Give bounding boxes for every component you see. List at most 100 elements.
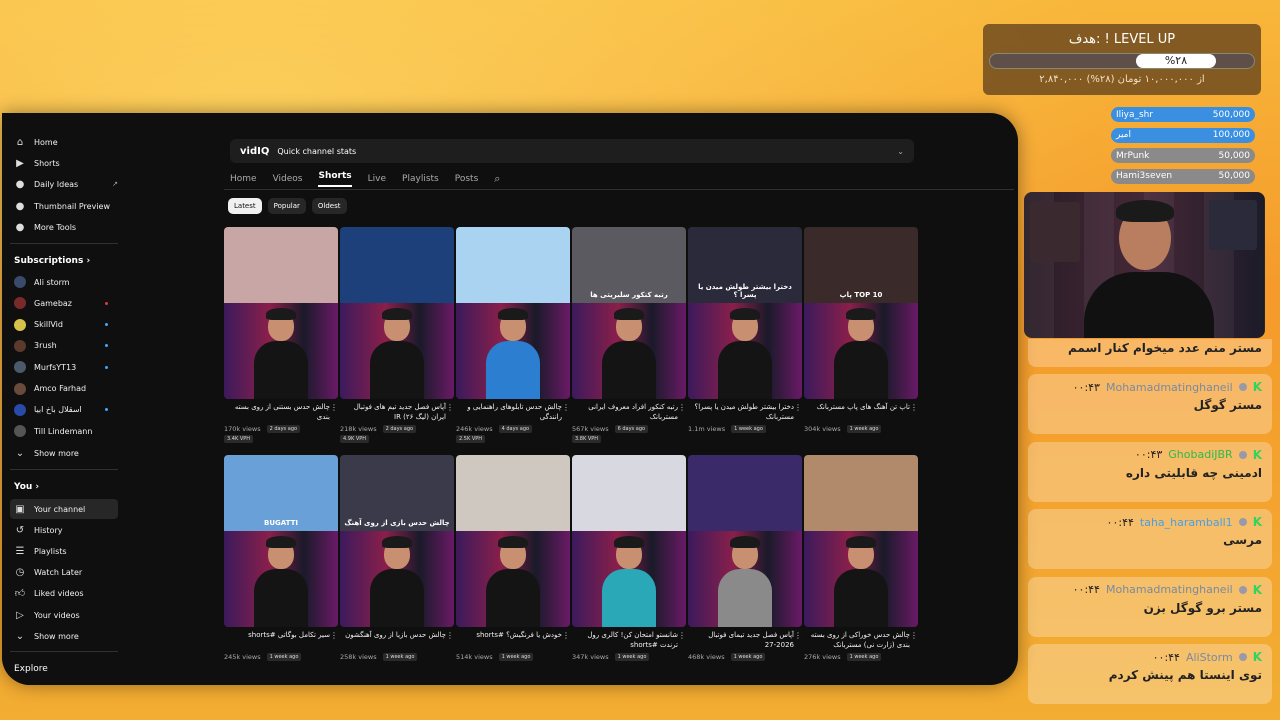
more-options-icon[interactable]: ⋮ [678, 403, 686, 412]
sidebar-subscription[interactable]: Amco Farhad [10, 379, 118, 399]
more-options-icon[interactable]: ⋮ [330, 631, 338, 640]
subscriptions-title: Subscriptions [14, 256, 84, 266]
tab-posts[interactable]: Posts [455, 174, 479, 184]
short-thumbnail[interactable] [456, 455, 570, 627]
short-thumbnail[interactable]: دخترا بیشتر طولش میدن یا پسرا ؟ [688, 227, 802, 399]
sidebar-subscription[interactable]: SkillVid [10, 315, 118, 335]
chat-username[interactable]: GhobadiJBR [1168, 448, 1232, 461]
chat-username[interactable]: AliStorm [1186, 651, 1233, 664]
short-title[interactable]: دخترا بیشتر طولش میدن یا پسرا؟ مستربانک [688, 402, 795, 422]
short-card[interactable]: شانستو امتحان کن! کالری رول ترندت #short… [572, 455, 686, 671]
chip-popular[interactable]: Popular [267, 198, 306, 214]
sidebar-subscription[interactable]: 3rush [10, 336, 118, 356]
channel-tabs: Home Videos Shorts Live Playlists Posts … [230, 169, 500, 189]
thumbnail-overlay-text: BUGATTI [264, 519, 298, 527]
short-card[interactable]: پاپ TOP 10 تاپ تن آهنگ های پاپ مستربانک ⋮ 3… [804, 227, 918, 443]
short-title[interactable]: چالش حدس خوراکی از روی بسته بندی (زارت ن… [804, 630, 910, 650]
you-heading[interactable]: You › [14, 482, 39, 492]
show-more-subscriptions[interactable]: ⌄ Show more [10, 443, 118, 463]
upload-age: 1 week ago [498, 653, 534, 661]
more-options-icon[interactable]: ⋮ [330, 403, 338, 412]
tab-home[interactable]: Home [230, 174, 257, 184]
upload-age: 6 days ago [614, 425, 649, 433]
short-card[interactable]: BUGATTI سیر تکامل بوگاتی #shorts ⋮ 245k vie… [224, 455, 338, 671]
short-card[interactable]: آپاس فصل جدید تیمای فوتبال 2026-27 ⋮ 468k … [688, 455, 802, 671]
short-thumbnail[interactable] [456, 227, 570, 399]
short-thumbnail[interactable] [572, 455, 686, 627]
chip-latest[interactable]: Latest [228, 198, 262, 214]
more-options-icon[interactable]: ⋮ [794, 403, 802, 412]
thumbnail-streamer [456, 303, 570, 399]
sidebar-item-daily-ideas[interactable]: ● Daily Ideas ↗ [10, 174, 118, 194]
short-title[interactable]: چالش حدس تابلوهای راهنمایی و رانندگی [456, 402, 562, 422]
sidebar-item-your-channel[interactable]: ▣ Your channel [10, 499, 118, 519]
short-title[interactable]: خودش یا فرنگیش؟ #shorts [456, 630, 562, 650]
subscriptions-heading[interactable]: Subscriptions › [14, 256, 90, 266]
short-title[interactable]: آپاس فصل جدید تیم های فوتبال ایران (لیگ … [340, 402, 446, 422]
tab-videos[interactable]: Videos [273, 174, 303, 184]
sidebar-label: Thumbnail Preview [34, 201, 110, 211]
sidebar-subscription[interactable]: اسقلال باخ ابیا [10, 400, 118, 420]
sidebar-subscription[interactable]: Till Lindemann [10, 421, 118, 441]
short-title[interactable]: آپاس فصل جدید تیمای فوتبال 2026-27 [688, 630, 794, 650]
chat-username[interactable]: Mohamadmatinghaneil [1106, 381, 1233, 394]
short-card[interactable]: چالش حدس خوراکی از روی بسته بندی (زارت ن… [804, 455, 918, 671]
chat-text: مستر منم عدد میخوام کنار اسمم [1068, 341, 1262, 355]
sidebar-item-history[interactable]: ↺ History [10, 520, 118, 540]
short-title[interactable]: چالش حدس بازیا از روی آهنگشون [340, 630, 446, 650]
short-card[interactable]: خودش یا فرنگیش؟ #shorts ⋮ 514k views 1 week… [456, 455, 570, 671]
sidebar-item-thumbnail-preview[interactable]: ● Thumbnail Preview [10, 196, 118, 216]
more-options-icon[interactable]: ⋮ [910, 631, 918, 640]
tools-icon: ● [15, 221, 25, 233]
short-thumbnail[interactable] [804, 455, 918, 627]
more-options-icon[interactable]: ⋮ [910, 403, 918, 412]
show-more-you[interactable]: ⌄ Show more [10, 626, 118, 646]
short-card[interactable]: چالش حدس تابلوهای راهنمایی و رانندگی ⋮ 246… [456, 227, 570, 443]
more-options-icon[interactable]: ⋮ [678, 631, 686, 640]
thumbnail-streamer [224, 303, 338, 399]
more-options-icon[interactable]: ⋮ [446, 403, 454, 412]
short-title[interactable]: چالش حدس بستنی از روی بسته بندی [224, 402, 330, 422]
sidebar-subscription[interactable]: MurfsYT13 [10, 357, 118, 377]
tab-shorts[interactable]: Shorts [318, 171, 352, 187]
short-title[interactable]: رتبه کنکور افراد معروف ایرانی مستربانک [572, 402, 678, 422]
more-options-icon[interactable]: ⋮ [562, 631, 570, 640]
subscription-label: 3rush [34, 341, 57, 351]
short-thumbnail[interactable] [688, 455, 802, 627]
search-icon[interactable]: ⌕ [494, 172, 500, 186]
vidiq-bar[interactable]: vidIQ Quick channel stats ⌄ [230, 139, 914, 163]
short-thumbnail[interactable] [340, 227, 454, 399]
sidebar-item-shorts[interactable]: ▶ Shorts [10, 153, 118, 173]
short-card[interactable]: چالش حدس بستنی از روی بسته بندی ⋮ 170k vie… [224, 227, 338, 443]
sidebar-item-home[interactable]: ⌂ Home [10, 132, 118, 152]
sidebar-subscription[interactable]: Ali storm [10, 272, 118, 292]
chevron-down-icon[interactable]: ⌄ [897, 147, 904, 156]
short-title[interactable]: سیر تکامل بوگاتی #shorts [224, 630, 330, 650]
sidebar-item-your-videos[interactable]: ▷ Your videos [10, 605, 118, 625]
sidebar-item-more-tools[interactable]: ● More Tools [10, 217, 118, 237]
short-title[interactable]: تاپ تن آهنگ های پاپ مستربانک [804, 402, 910, 422]
sidebar-item-liked-videos[interactable]: 👍︎ Liked videos [10, 583, 118, 603]
short-card[interactable]: آپاس فصل جدید تیم های فوتبال ایران (لیگ … [340, 227, 454, 443]
short-title[interactable]: شانستو امتحان کن! کالری رول ترندت #short… [572, 630, 678, 650]
short-thumbnail[interactable]: BUGATTI [224, 455, 338, 627]
short-card[interactable]: چالش حدس بازی از روی آهنگ چالش حدس بازیا … [340, 455, 454, 671]
sidebar-item-watch-later[interactable]: ◷ Watch Later [10, 562, 118, 582]
short-thumbnail[interactable]: رتبه کنکور سلبریتی ها [572, 227, 686, 399]
more-options-icon[interactable]: ⋮ [446, 631, 454, 640]
short-thumbnail[interactable]: چالش حدس بازی از روی آهنگ [340, 455, 454, 627]
avatar [14, 297, 26, 310]
short-thumbnail[interactable] [224, 227, 338, 399]
chat-username[interactable]: Mohamadmatinghaneil [1106, 583, 1233, 596]
short-thumbnail[interactable]: پاپ TOP 10 [804, 227, 918, 399]
short-card[interactable]: رتبه کنکور سلبریتی ها رتبه کنکور افراد مع… [572, 227, 686, 443]
tab-live[interactable]: Live [368, 174, 386, 184]
more-options-icon[interactable]: ⋮ [562, 403, 570, 412]
chip-oldest[interactable]: Oldest [311, 198, 347, 214]
chat-username[interactable]: taha_haramball1 [1140, 516, 1233, 529]
more-options-icon[interactable]: ⋮ [794, 631, 802, 640]
sidebar-subscription[interactable]: Gamebaz [10, 293, 118, 313]
tab-playlists[interactable]: Playlists [402, 174, 439, 184]
short-card[interactable]: دخترا بیشتر طولش میدن یا پسرا ؟ دخترا بیش… [688, 227, 802, 443]
sidebar-item-playlists[interactable]: ☰ Playlists [10, 541, 118, 561]
